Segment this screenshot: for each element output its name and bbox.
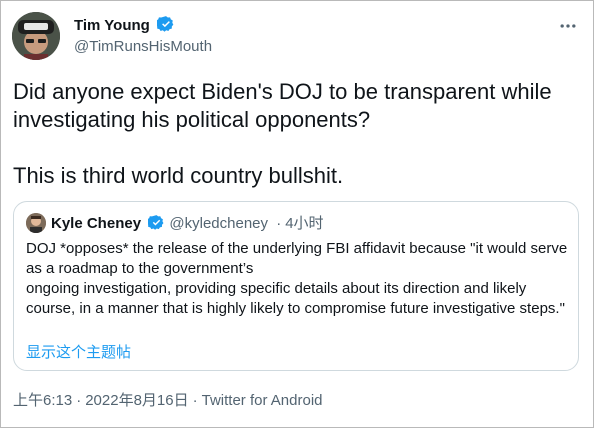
quoted-meta-separator: · — [276, 215, 282, 232]
quoted-tweet-text: DOJ *opposes* the release of the underly… — [26, 240, 568, 317]
author-name[interactable]: Tim Young — [74, 15, 175, 36]
author-avatar[interactable] — [12, 12, 60, 60]
verified-badge-icon — [157, 16, 174, 32]
more-options-button[interactable] — [557, 15, 579, 37]
show-thread-link[interactable]: 显示这个主题帖 — [26, 343, 131, 363]
author-name-text: Tim Young — [74, 17, 150, 34]
tweet-source-link[interactable]: Twitter for Android — [202, 392, 323, 409]
quoted-author-avatar — [26, 213, 46, 233]
tweet-text: Did anyone expect Biden's DOJ to be tran… — [13, 79, 552, 188]
tweet-time[interactable]: 上午6:13 — [13, 392, 72, 409]
quoted-tweet-header: Kyle Cheney @kyledcheney · 4小时 — [51, 214, 324, 233]
quoted-verified-badge-icon — [148, 215, 164, 230]
tweet-timestamp: 上午6:13 · 2022年8月16日 · Twitter for Android — [13, 391, 323, 411]
author-handle[interactable]: @TimRunsHisMouth — [74, 37, 212, 57]
timestamp-separator-2: · — [192, 392, 198, 409]
tweet-date[interactable]: 2022年8月16日 — [85, 392, 188, 409]
author-avatar-image — [12, 12, 60, 60]
timestamp-separator-1: · — [76, 392, 82, 409]
tweet-card: Tim Young @TimRunsHisMouth Did anyone ex… — [0, 0, 594, 428]
quoted-tweet-card[interactable]: Kyle Cheney @kyledcheney · 4小时 DOJ *oppos… — [13, 201, 579, 371]
quoted-author-avatar-image — [26, 213, 46, 233]
quoted-author-handle: @kyledcheney — [169, 215, 269, 232]
more-options-icon — [560, 24, 576, 28]
quoted-author-name: Kyle Cheney — [51, 215, 142, 232]
quoted-time-ago: 4小时 — [285, 215, 324, 232]
